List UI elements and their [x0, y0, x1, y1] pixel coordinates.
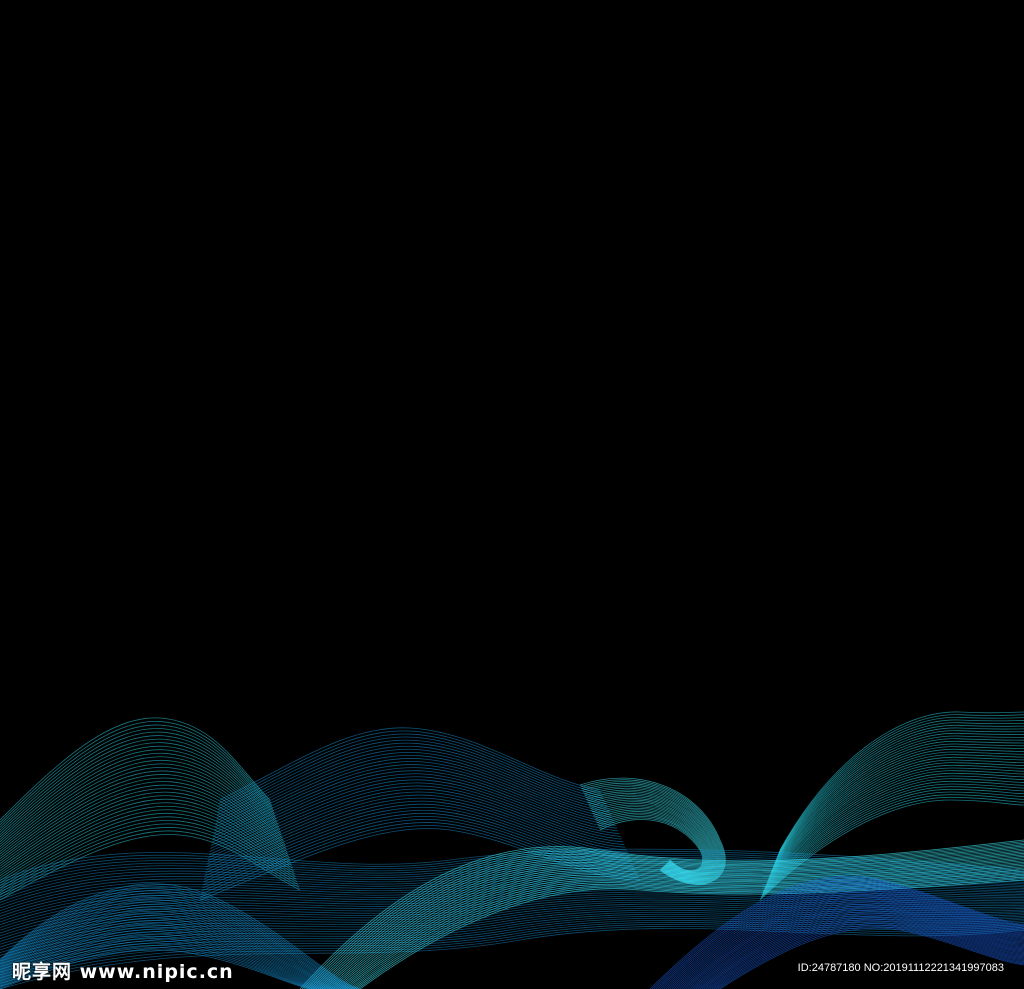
wave-bundle-left-hill — [0, 717, 301, 901]
watermark-id: ID:24787180 NO:20191112221341997083 — [797, 962, 1004, 974]
image-canvas: 昵享网 www.nipic.cn ID:24787180 NO:20191112… — [0, 0, 1024, 989]
watermark-logo: 昵享网 www.nipic.cn — [12, 961, 234, 983]
abstract-wave-lines — [0, 711, 1024, 989]
